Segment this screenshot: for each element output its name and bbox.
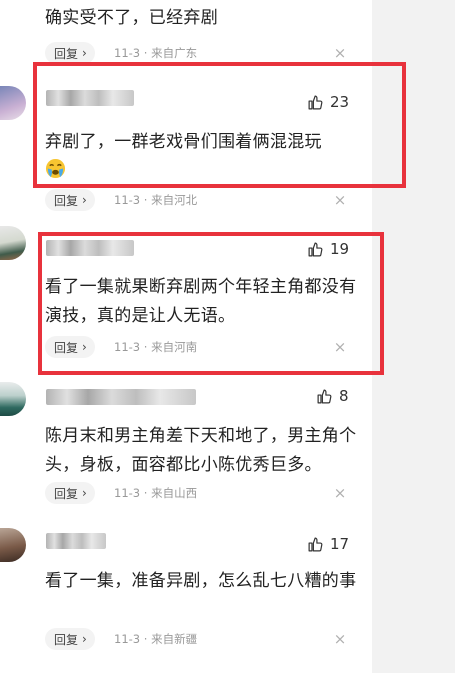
chevron-right-icon: › (82, 193, 87, 207)
chevron-right-icon: › (82, 46, 87, 60)
close-icon[interactable]: × (333, 42, 347, 64)
highlight-box (38, 232, 384, 375)
comment-meta: 11-3 · 来自新疆 (114, 632, 198, 646)
comment-meta: 11-3 · 来自山西 (114, 486, 198, 500)
chevron-right-icon: › (82, 632, 87, 646)
reply-button[interactable]: 回复 › (45, 42, 95, 64)
username-blurred[interactable] (46, 389, 196, 405)
comment-text: 确实受不了，已经弃剧 (45, 8, 218, 28)
reply-label: 回复 (54, 193, 79, 208)
close-icon[interactable]: × (333, 482, 347, 504)
reply-label: 回复 (54, 46, 79, 61)
highlight-box (33, 62, 406, 188)
thumbs-up-icon (317, 389, 332, 403)
username-blurred[interactable] (46, 533, 106, 549)
chevron-right-icon: › (82, 486, 87, 500)
like-button[interactable]: 8 (316, 387, 349, 405)
reply-label: 回复 (54, 486, 79, 501)
like-count: 8 (339, 387, 349, 405)
comment-text: 陈月末和男主角差下天和地了，男主角个头，身板，面容都比小陈优秀巨多。 (45, 426, 357, 475)
close-icon[interactable]: × (333, 628, 347, 650)
like-count: 17 (330, 535, 350, 553)
like-button[interactable]: 17 (307, 535, 349, 553)
thumbs-up-icon (308, 537, 323, 551)
close-icon[interactable]: × (333, 189, 347, 211)
reply-button[interactable]: 回复 › (45, 482, 95, 504)
avatar[interactable] (0, 382, 26, 416)
reply-button[interactable]: 回复 › (45, 628, 95, 650)
comment-text: 看了一集，准备异剧，怎么乱七八糟的事 (45, 571, 357, 591)
comment-meta: 11-3 · 来自河北 (114, 193, 198, 207)
reply-button[interactable]: 回复 › (45, 189, 95, 211)
avatar[interactable] (0, 86, 26, 120)
reply-label: 回复 (54, 632, 79, 647)
comment-meta: 11-3 · 来自广东 (114, 46, 198, 60)
avatar[interactable] (0, 528, 26, 562)
avatar[interactable] (0, 226, 26, 260)
